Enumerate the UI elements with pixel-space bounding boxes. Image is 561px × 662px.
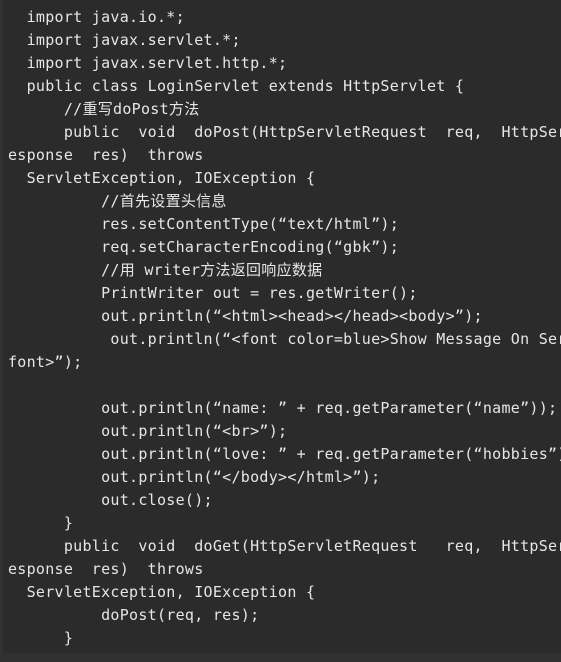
code-line: ServletException, IOException { [8,169,316,187]
code-line: res.setContentType(“text/html”); [8,215,400,233]
code-line: esponse res) throws [8,146,204,164]
code-line: } [8,629,74,647]
code-line: public class LoginServlet extends HttpSe… [8,77,465,95]
code-line: out.println(“name: ” + req.getParameter(… [8,399,558,417]
code-line: //首先设置头信息 [8,192,227,210]
code-line: font>”); [8,353,83,371]
code-line: out.println(“<br>”); [8,422,288,440]
code-line: doPost(req, res); [8,606,260,624]
code-line: import javax.servlet.http.*; [8,54,288,72]
code-line: } [8,652,36,662]
code-line: PrintWriter out = res.getWriter(); [8,284,418,302]
code-line: req.setCharacterEncoding(“gbk”); [8,238,400,256]
code-line: ServletException, IOException { [8,583,316,601]
code-line: esponse res) throws [8,560,204,578]
code-line: out.println(“</body></html>”); [8,468,381,486]
code-line: import java.io.*; [8,8,185,26]
code-line: public void doGet(HttpServletRequest req… [8,537,561,555]
code-line: public void doPost(HttpServletRequest re… [8,123,561,141]
code-line-list: import java.io.*; import javax.servlet.*… [3,6,561,662]
code-line: //用 writer方法返回响应数据 [8,261,323,279]
code-line: out.println(“<html><head></head><body>”)… [8,307,483,325]
code-line: out.println(“<font color=blue>Show Messa… [110,330,561,348]
code-line: //重写doPost方法 [8,100,200,118]
code-block[interactable]: import java.io.*; import javax.servlet.*… [0,0,561,662]
code-line: out.close(); [8,491,213,509]
code-line: } [8,514,74,532]
code-line: import javax.servlet.*; [8,31,241,49]
code-line: out.println(“love: ” + req.getParameter(… [8,445,561,463]
